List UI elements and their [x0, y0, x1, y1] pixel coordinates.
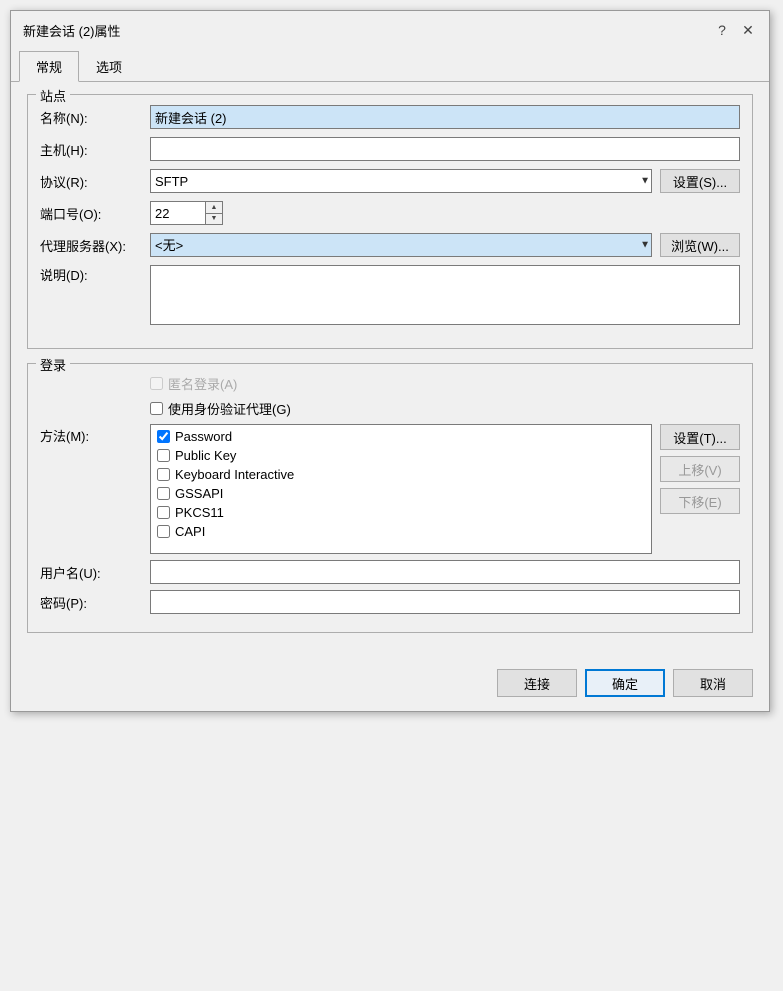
- connect-button[interactable]: 连接: [497, 669, 577, 697]
- dialog-title: 新建会话 (2)属性: [23, 21, 121, 40]
- method-item-gssapi: GSSAPI: [157, 486, 645, 501]
- password-label: 密码(P):: [40, 593, 150, 612]
- method-pkcs11-checkbox[interactable]: [157, 506, 170, 519]
- move-up-button[interactable]: 上移(V): [660, 456, 740, 482]
- use-agent-row: 使用身份验证代理(G): [40, 399, 740, 418]
- proxy-control: <无> ▼ 浏览(W)...: [150, 233, 740, 257]
- proxy-select-wrapper: <无> ▼: [150, 233, 652, 257]
- username-input[interactable]: [150, 560, 740, 584]
- password-control: [150, 590, 740, 614]
- site-group-label: 站点: [36, 86, 70, 105]
- host-input[interactable]: [150, 137, 740, 161]
- method-row: 方法(M): Password Public Key Keyboard I: [40, 424, 740, 554]
- anon-login-label: 匿名登录(A): [168, 374, 237, 393]
- browse-button[interactable]: 浏览(W)...: [660, 233, 740, 257]
- ok-button[interactable]: 确定: [585, 669, 665, 697]
- login-group-label: 登录: [36, 355, 70, 374]
- port-input[interactable]: [150, 201, 205, 225]
- method-gssapi-checkbox[interactable]: [157, 487, 170, 500]
- method-gssapi-label: GSSAPI: [175, 486, 223, 501]
- tab-general[interactable]: 常规: [19, 51, 79, 82]
- desc-control: [150, 265, 740, 328]
- port-up-button[interactable]: ▲: [206, 202, 222, 214]
- username-row: 用户名(U):: [40, 560, 740, 584]
- settings-button[interactable]: 设置(S)...: [660, 169, 740, 193]
- login-group: 登录 匿名登录(A) 使用身份验证代理(G) 方法(M):: [27, 363, 753, 633]
- port-spin-buttons: ▲ ▼: [205, 201, 223, 225]
- use-agent-checkbox[interactable]: [150, 402, 163, 415]
- method-side-buttons: 设置(T)... 上移(V) 下移(E): [660, 424, 740, 514]
- port-spinbox: ▲ ▼: [150, 201, 230, 225]
- username-control: [150, 560, 740, 584]
- site-group-content: 名称(N): 主机(H): 协议(R):: [40, 105, 740, 328]
- method-capi-label: CAPI: [175, 524, 205, 539]
- method-item-capi: CAPI: [157, 524, 645, 539]
- method-keyboard-label: Keyboard Interactive: [175, 467, 294, 482]
- proxy-label: 代理服务器(X):: [40, 236, 150, 255]
- dialog-body: 站点 名称(N): 主机(H): 协: [11, 82, 769, 659]
- use-agent-label: 使用身份验证代理(G): [168, 399, 291, 418]
- dialog: 新建会话 (2)属性 ? ✕ 常规 选项 站点 名称(N):: [10, 10, 770, 712]
- method-pkcs11-label: PKCS11: [175, 505, 224, 520]
- method-item-public-key: Public Key: [157, 448, 645, 463]
- tab-bar: 常规 选项: [11, 51, 769, 82]
- method-password-label: Password: [175, 429, 232, 444]
- name-row: 名称(N):: [40, 105, 740, 129]
- method-public-key-checkbox[interactable]: [157, 449, 170, 462]
- proxy-row: 代理服务器(X): <无> ▼ 浏览(W)...: [40, 233, 740, 257]
- method-capi-checkbox[interactable]: [157, 525, 170, 538]
- protocol-select-wrapper: SFTP FTP SCP WebDAV ▼: [150, 169, 652, 193]
- dialog-footer: 连接 确定 取消: [11, 659, 769, 711]
- port-row: 端口号(O): ▲ ▼: [40, 201, 740, 225]
- method-keyboard-checkbox[interactable]: [157, 468, 170, 481]
- title-bar-buttons: ? ✕: [711, 19, 759, 41]
- help-button[interactable]: ?: [711, 19, 733, 41]
- port-control: ▲ ▼: [150, 201, 740, 225]
- name-control: [150, 105, 740, 129]
- site-group: 站点 名称(N): 主机(H): 协: [27, 94, 753, 349]
- password-row: 密码(P):: [40, 590, 740, 614]
- port-label: 端口号(O):: [40, 204, 150, 223]
- host-control: [150, 137, 740, 161]
- desc-row: 说明(D):: [40, 265, 740, 328]
- method-item-keyboard: Keyboard Interactive: [157, 467, 645, 482]
- protocol-control: SFTP FTP SCP WebDAV ▼ 设置(S)...: [150, 169, 740, 193]
- username-label: 用户名(U):: [40, 563, 150, 582]
- name-label: 名称(N):: [40, 108, 150, 127]
- password-input[interactable]: [150, 590, 740, 614]
- tab-options[interactable]: 选项: [79, 51, 139, 82]
- name-input[interactable]: [150, 105, 740, 129]
- method-password-checkbox[interactable]: [157, 430, 170, 443]
- method-item-password: Password: [157, 429, 645, 444]
- port-down-button[interactable]: ▼: [206, 214, 222, 225]
- method-public-key-label: Public Key: [175, 448, 236, 463]
- anon-login-row: 匿名登录(A): [40, 374, 740, 393]
- proxy-select[interactable]: <无>: [150, 233, 652, 257]
- settings-method-button[interactable]: 设置(T)...: [660, 424, 740, 450]
- cancel-button[interactable]: 取消: [673, 669, 753, 697]
- protocol-select[interactable]: SFTP FTP SCP WebDAV: [150, 169, 652, 193]
- method-item-pkcs11: PKCS11: [157, 505, 645, 520]
- title-bar: 新建会话 (2)属性 ? ✕: [11, 11, 769, 47]
- desc-input[interactable]: [150, 265, 740, 325]
- method-list-box: Password Public Key Keyboard Interactive: [150, 424, 652, 554]
- method-label: 方法(M):: [40, 424, 150, 445]
- anon-login-checkbox[interactable]: [150, 377, 163, 390]
- move-down-button[interactable]: 下移(E): [660, 488, 740, 514]
- host-row: 主机(H):: [40, 137, 740, 161]
- protocol-row: 协议(R): SFTP FTP SCP WebDAV ▼ 设置(S)...: [40, 169, 740, 193]
- protocol-label: 协议(R):: [40, 172, 150, 191]
- login-group-content: 匿名登录(A) 使用身份验证代理(G) 方法(M): Password: [40, 374, 740, 614]
- desc-label: 说明(D):: [40, 265, 150, 284]
- host-label: 主机(H):: [40, 140, 150, 159]
- close-button[interactable]: ✕: [737, 19, 759, 41]
